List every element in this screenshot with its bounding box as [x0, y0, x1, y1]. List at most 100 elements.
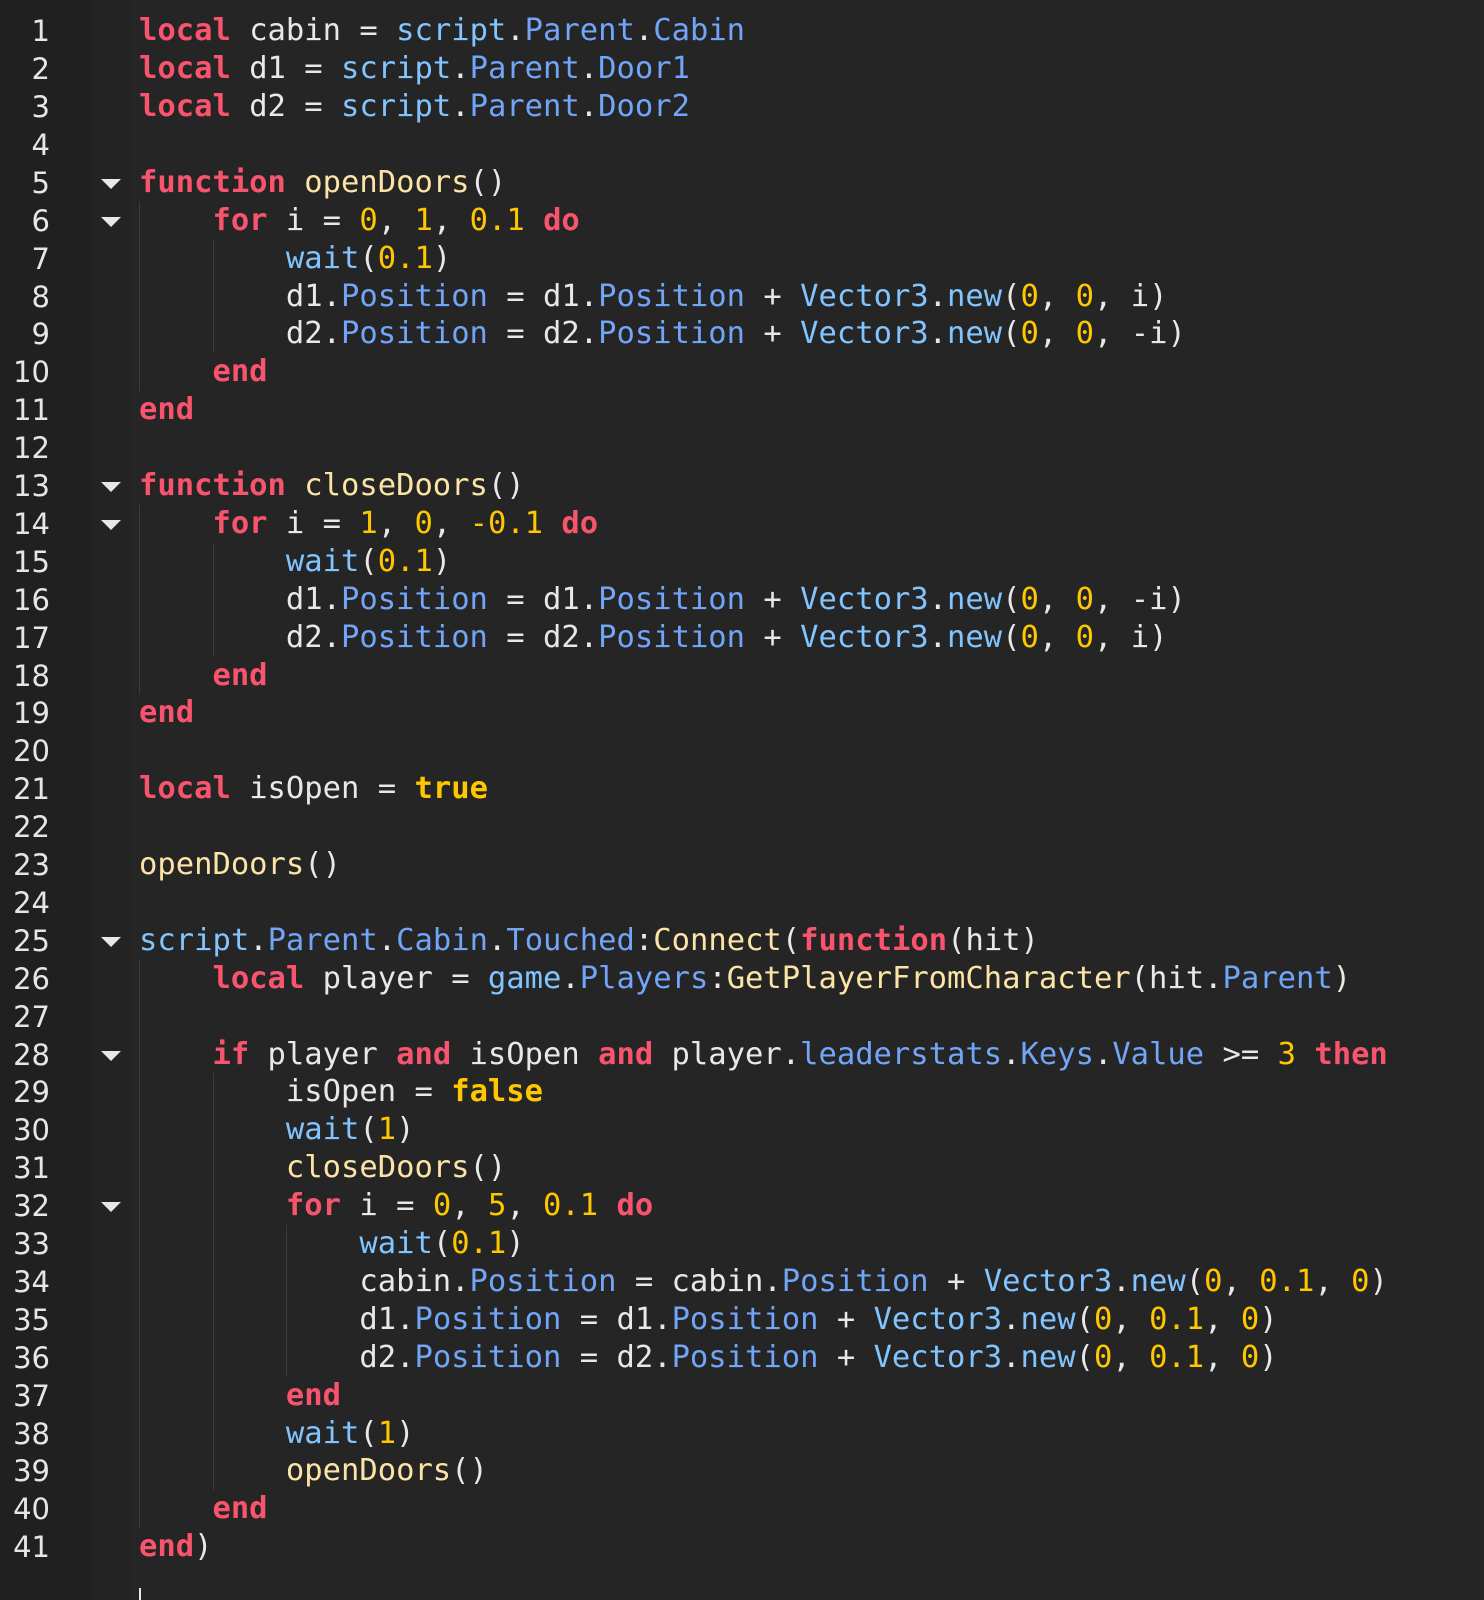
code-token: ( — [1002, 581, 1021, 617]
code-line[interactable]: 7 wait(0.1) — [0, 240, 1484, 279]
code-token: Vector3 — [800, 278, 929, 314]
code-token: wait — [285, 543, 360, 579]
code-token: -0.1 — [469, 505, 544, 541]
code-line[interactable]: 9 d2.Position = d2.Position + Vector3.ne… — [0, 315, 1484, 354]
code-line[interactable]: 39 openDoors() — [0, 1452, 1484, 1491]
code-line[interactable]: 26 local player = game.Players:GetPlayer… — [0, 960, 1484, 999]
code-line[interactable]: 28 if player and isOpen and player.leade… — [0, 1036, 1484, 1075]
code-token: : — [634, 922, 654, 958]
code-token: Position — [341, 619, 488, 655]
code-line[interactable]: 38 wait(1) — [0, 1415, 1484, 1454]
code-text: openDoors() — [139, 846, 341, 885]
line-number: 39 — [13, 1454, 50, 1489]
code-line[interactable]: 18 end — [0, 657, 1484, 696]
code-line[interactable]: 37 end — [0, 1377, 1484, 1416]
code-token: () — [469, 1150, 507, 1186]
code-token: isOpen — [230, 771, 378, 807]
code-token: 0 — [1240, 1301, 1260, 1337]
code-line[interactable]: 1 local cabin = script.Parent.Cabin — [0, 12, 1484, 51]
code-line[interactable]: 6 for i = 0, 1, 0.1 do — [0, 202, 1484, 241]
code-token: 0 — [1020, 278, 1039, 314]
code-text: wait(1) — [139, 1415, 415, 1454]
code-token: ( — [359, 240, 378, 276]
code-token: . — [928, 316, 948, 352]
code-line[interactable]: 30 wait(1) — [0, 1111, 1484, 1150]
fold-toggle-icon[interactable] — [101, 519, 121, 530]
code-text: d1.Position = d1.Position + Vector3.new(… — [139, 581, 1186, 620]
code-line[interactable]: 2 local d1 = script.Parent.Door1 — [0, 50, 1484, 89]
code-line[interactable]: 33 wait(0.1) — [0, 1225, 1484, 1264]
code-line[interactable]: 25 script.Parent.Cabin.Touched:Connect(fu… — [0, 922, 1484, 961]
code-line[interactable]: 27 — [0, 998, 1484, 1037]
code-line[interactable]: 4 — [0, 126, 1484, 165]
code-editor[interactable]: 1 local cabin = script.Parent.Cabin 2 local… — [0, 0, 1484, 1600]
code-line[interactable]: 15 wait(0.1) — [0, 543, 1484, 582]
fold-toggle-icon[interactable] — [101, 936, 121, 947]
code-line[interactable]: 35 d1.Position = d1.Position + Vector3.n… — [0, 1301, 1484, 1340]
code-token: . — [1002, 1339, 1021, 1375]
code-token: + — [745, 619, 801, 655]
code-token: isOpen — [451, 1036, 599, 1072]
code-line[interactable]: 11 end — [0, 391, 1484, 430]
code-token: = — [377, 771, 397, 807]
code-line[interactable]: 31 closeDoors() — [0, 1149, 1484, 1188]
line-number: 38 — [13, 1416, 50, 1451]
code-line[interactable]: 22 — [0, 808, 1484, 847]
code-line[interactable]: 32 for i = 0, 5, 0.1 do — [0, 1187, 1484, 1226]
code-token: 1 — [414, 202, 433, 238]
fold-toggle-icon[interactable] — [101, 482, 121, 492]
code-line[interactable]: 20 — [0, 732, 1484, 771]
code-token: Position — [671, 1301, 819, 1337]
code-token: = — [487, 278, 544, 314]
code-line[interactable]: 13 function closeDoors() — [0, 467, 1484, 506]
code-text: d2.Position = d2.Position + Vector3.new(… — [139, 1339, 1277, 1378]
code-line[interactable]: 8 d1.Position = d1.Position + Vector3.ne… — [0, 278, 1484, 317]
code-token: new — [947, 581, 1003, 617]
code-line[interactable]: 12 — [0, 429, 1484, 468]
code-token: i — [1130, 278, 1150, 314]
code-token: = — [487, 581, 544, 617]
code-token: Parent — [1222, 960, 1333, 996]
code-token: function — [139, 468, 286, 503]
code-line[interactable]: 14 for i = 1, 0, -0.1 do — [0, 505, 1484, 544]
code-text: local player = game.Players:GetPlayerFro… — [139, 960, 1351, 999]
code-line[interactable]: 23 openDoors() — [0, 846, 1484, 885]
fold-toggle-icon[interactable] — [101, 178, 121, 189]
code-line[interactable]: 41 end) — [0, 1528, 1484, 1567]
code-token: , — [432, 505, 470, 541]
code-token: = — [304, 89, 323, 124]
code-token: local — [212, 960, 305, 996]
code-token: Parent — [524, 13, 635, 49]
code-line[interactable]: 19 end — [0, 694, 1484, 733]
fold-toggle-icon[interactable] — [101, 1202, 121, 1213]
code-token: 0.1 — [1149, 1339, 1205, 1375]
code-line[interactable]: 21 local isOpen = true — [0, 770, 1484, 809]
code-token: Vector3 — [873, 1339, 1003, 1375]
code-line[interactable]: 34 cabin.Position = cabin.Position + Vec… — [0, 1263, 1484, 1302]
code-line[interactable]: 3 local d2 = script.Parent.Door2 — [0, 88, 1484, 127]
code-token: , — [1038, 316, 1076, 352]
code-token: . — [928, 581, 948, 617]
code-text: d2.Position = d2.Position + Vector3.new(… — [139, 315, 1186, 354]
code-token: . — [763, 1263, 782, 1299]
line-number: 36 — [13, 1340, 50, 1375]
code-line[interactable]: 5 function openDoors() — [0, 164, 1484, 203]
code-line[interactable]: 17 d2.Position = d2.Position + Vector3.n… — [0, 619, 1484, 658]
code-line[interactable]: 24 — [0, 884, 1484, 923]
code-token: . — [377, 922, 397, 958]
code-line[interactable]: 10 end — [0, 353, 1484, 392]
code-line[interactable]: 16 d1.Position = d1.Position + Vector3.n… — [0, 581, 1484, 620]
code-token: + — [745, 316, 801, 352]
code-line[interactable]: 29 isOpen = false — [0, 1073, 1484, 1112]
code-token: ) — [432, 240, 452, 276]
code-line[interactable]: 40 end — [0, 1490, 1484, 1529]
code-token: . — [561, 960, 580, 996]
code-text: end — [139, 657, 267, 696]
code-token: GetPlayerFromCharacter — [726, 960, 1131, 996]
fold-toggle-icon[interactable] — [101, 216, 121, 227]
code-token: , — [377, 505, 415, 541]
code-line[interactable]: 36 d2.Position = d2.Position + Vector3.n… — [0, 1339, 1484, 1378]
code-token: function — [139, 164, 286, 200]
fold-toggle-icon[interactable] — [101, 1050, 121, 1061]
